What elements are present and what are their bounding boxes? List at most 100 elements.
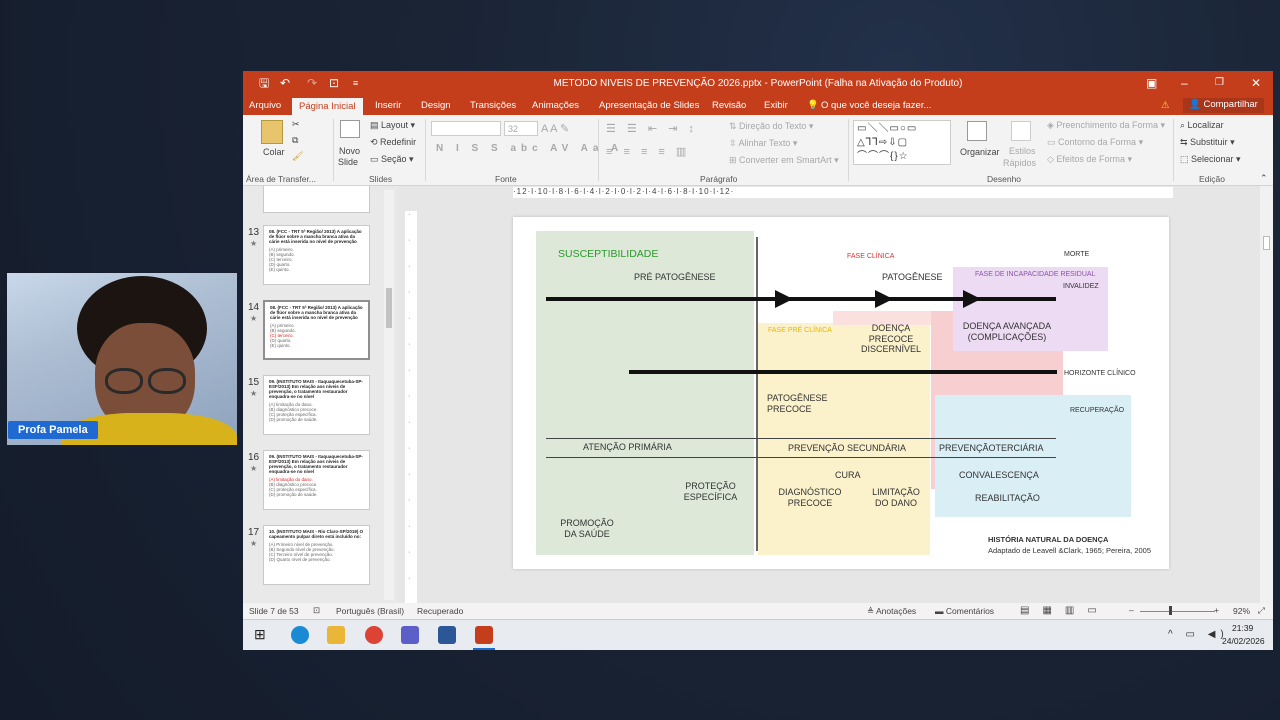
- new-slide-icon[interactable]: [340, 120, 360, 138]
- slide-thumbnail[interactable]: 08. (FCC - TRT 5ª Região/ 2013) A aplica…: [263, 225, 370, 285]
- quick-styles-button[interactable]: Estilos: [1009, 146, 1036, 156]
- select-button[interactable]: ⬚ Selecionar ▾: [1180, 154, 1241, 165]
- ribbon-display-icon[interactable]: ▣: [1146, 76, 1157, 90]
- clinical-horizon-label: HORIZONTE CLÍNICO: [1064, 370, 1136, 377]
- fit-slide-icon[interactable]: ⤢: [1258, 605, 1265, 616]
- slide-number: 15: [248, 377, 260, 388]
- section-button[interactable]: ▭ Seção ▾: [370, 154, 414, 165]
- clinical-horizon-line: [629, 370, 1057, 374]
- file-explorer-icon[interactable]: [327, 626, 345, 644]
- language-label[interactable]: Português (Brasil): [336, 606, 404, 616]
- clock-time[interactable]: 21:39: [1232, 623, 1253, 633]
- close-icon[interactable]: ✕: [1251, 76, 1261, 90]
- restore-icon[interactable]: ❐: [1215, 76, 1224, 90]
- ruler-tick: ·: [408, 367, 411, 374]
- font-name-field[interactable]: [431, 121, 501, 136]
- shape-effects-button[interactable]: ◇ Efeitos de Forma ▾: [1047, 154, 1132, 165]
- shape-outline-button[interactable]: ▭ Contorno da Forma ▾: [1047, 137, 1143, 148]
- layout-button[interactable]: ▤ Layout ▾: [370, 120, 415, 131]
- slide-thumbnail[interactable]: 09. (INSTITUTO MAIS - Itaquaquecetuba-SP…: [263, 375, 370, 435]
- notes-button[interactable]: ≜ Anotações: [867, 606, 916, 617]
- specific-protection-l2: ESPECÍFICA: [683, 491, 738, 502]
- format-painter-icon[interactable]: 🖌: [292, 151, 303, 162]
- editor-scrollbar[interactable]: [1260, 186, 1273, 603]
- find-label: Localizar: [1187, 120, 1224, 130]
- zoom-slider[interactable]: [1140, 611, 1215, 612]
- thumbnails-scrollbar[interactable]: [384, 190, 394, 600]
- grow-shrink-font-icons[interactable]: A A ✎: [541, 122, 569, 135]
- tab-design[interactable]: Design: [421, 100, 451, 111]
- ruler-tick: ·: [408, 211, 411, 218]
- reset-button[interactable]: ⟲ Redefinir: [370, 137, 416, 148]
- slide-counter: Slide 7 de 53: [249, 606, 299, 616]
- tab-pagina-inicial[interactable]: Página Inicial: [292, 98, 363, 115]
- thumbnail-option: (D) promoção de saúde.: [269, 417, 318, 422]
- minimize-icon[interactable]: –: [1181, 76, 1188, 90]
- system-tray-icons[interactable]: ^ ▭ ◀): [1168, 629, 1229, 640]
- quick-styles-icon[interactable]: [1011, 121, 1031, 141]
- list-indent-icons[interactable]: ☰ ☰ ⇤ ⇥ ↕: [606, 122, 698, 135]
- shapes-gallery[interactable]: ▭＼＼▭○▭ △⅂⅂⇨⇩▢ ⌒⌒⌒{}☆: [853, 120, 951, 165]
- collapse-ribbon-icon[interactable]: ⌃: [1260, 173, 1268, 184]
- arrange-icon[interactable]: [967, 121, 987, 141]
- spellcheck-icon[interactable]: ⊡: [313, 605, 320, 616]
- copy-icon[interactable]: ⧉: [292, 135, 298, 146]
- slide-thumbnail[interactable]: 08. (FCC - TRT 5ª Região/ 2013) A aplica…: [263, 300, 370, 360]
- health-promotion-l1: PROMOÇÃO: [560, 518, 614, 528]
- tab-arquivo[interactable]: Arquivo: [249, 100, 281, 111]
- primary-care-label: ATENÇÃO PRIMÁRIA: [583, 442, 672, 452]
- word-icon[interactable]: [438, 626, 456, 644]
- ruler-tick: ·: [408, 393, 411, 400]
- chrome-icon[interactable]: [365, 626, 383, 644]
- teams-icon[interactable]: [401, 626, 419, 644]
- window-title: METODO NIVEIS DE PREVENÇÃO 2026.pptx - P…: [553, 78, 963, 89]
- thumbnail-question: 08. (FCC - TRT 5ª Região/ 2013) A aplica…: [269, 229, 362, 244]
- animation-star-icon: ★: [250, 539, 258, 548]
- shape-fill-button[interactable]: ◈ Preenchimento da Forma ▾: [1047, 120, 1165, 131]
- find-button[interactable]: ⌕ Localizar: [1180, 120, 1224, 131]
- slide-thumbnail[interactable]: 09. (INSTITUTO MAIS - Itaquaquecetuba-SP…: [263, 450, 370, 510]
- tell-me-search[interactable]: O que você deseja fazer...: [821, 100, 931, 111]
- early-pathogenesis-l2: PRECOCE: [767, 403, 812, 414]
- animation-star-icon: ★: [250, 239, 258, 248]
- smartart-button[interactable]: ⊞ Converter em SmartArt ▾: [729, 155, 839, 166]
- arrange-button[interactable]: Organizar: [960, 147, 1000, 157]
- text-direction-button[interactable]: ⇅ Direção do Texto ▾: [729, 121, 813, 132]
- align-text-button[interactable]: ⇳ Alinhar Texto ▾: [729, 138, 797, 149]
- damage-limitation-l2: DO DANO: [874, 497, 917, 508]
- tab-exibir[interactable]: Exibir: [764, 100, 788, 111]
- slide-thumbnail[interactable]: 10. (INSTITUTO MAIS - Rio Claro-SP/2019)…: [263, 525, 370, 585]
- tab-apresentacao[interactable]: Apresentação de Slides: [599, 100, 699, 111]
- view-buttons[interactable]: ▤▦▥▭: [1020, 605, 1110, 616]
- new-slide-button[interactable]: Novo: [339, 146, 360, 156]
- zoom-level[interactable]: 92%: [1233, 606, 1250, 616]
- select-label: Selecionar: [1191, 154, 1234, 164]
- slide-canvas[interactable]: SUSCEPTIBILIDADE PRÉ PATOGÊNESE FASE CLÍ…: [513, 217, 1169, 569]
- tab-transicoes[interactable]: Transições: [470, 100, 516, 111]
- comments-button[interactable]: ▬ Comentários: [935, 606, 994, 616]
- cut-icon[interactable]: ✂: [292, 119, 300, 130]
- slide-thumbnail-partial[interactable]: [263, 186, 370, 213]
- edge-icon[interactable]: [291, 626, 309, 644]
- clock-date[interactable]: 24/02/2026: [1222, 636, 1265, 646]
- early-diagnosis-l1: DIAGNÓSTICO: [778, 487, 842, 497]
- paste-icon[interactable]: [261, 120, 283, 144]
- new-slide-button-line2[interactable]: Slide: [338, 157, 358, 167]
- zoom-out-button[interactable]: –: [1129, 605, 1134, 615]
- zoom-in-button[interactable]: +: [1214, 605, 1219, 615]
- share-button[interactable]: 👤 Compartilhar: [1183, 98, 1264, 113]
- glasses-right: [148, 368, 186, 394]
- paste-button[interactable]: Colar: [263, 147, 285, 157]
- font-size-field[interactable]: 32: [504, 121, 538, 136]
- early-diagnosis-l2: PRECOCE: [787, 497, 833, 508]
- windows-start-icon[interactable]: ⊞: [254, 626, 266, 643]
- font-style-buttons[interactable]: N I S S abc AV Aa A: [436, 143, 623, 154]
- powerpoint-taskbar-icon[interactable]: [475, 626, 493, 644]
- tab-inserir[interactable]: Inserir: [375, 100, 401, 111]
- align-icons[interactable]: ≡ ≡ ≡ ≡ ▥: [606, 145, 690, 158]
- tab-animacoes[interactable]: Animações: [532, 100, 579, 111]
- replace-button[interactable]: ⇆ Substituir ▾: [1180, 137, 1235, 148]
- quick-styles-button-line2[interactable]: Rápidos: [1003, 158, 1036, 168]
- tab-revisao[interactable]: Revisão: [712, 100, 746, 111]
- zoom-slider-thumb[interactable]: [1169, 606, 1172, 615]
